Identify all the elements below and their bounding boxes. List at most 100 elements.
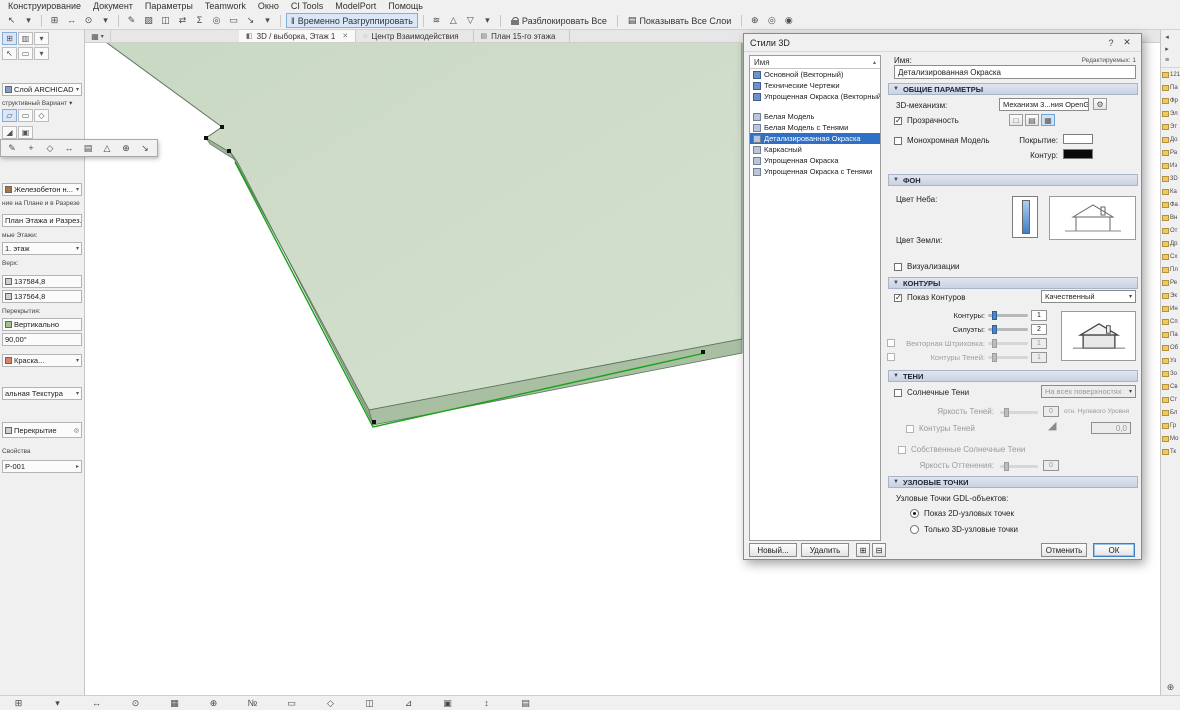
slider-thumb[interactable] bbox=[992, 324, 997, 334]
slider-value[interactable]: 1 bbox=[1031, 337, 1047, 349]
forward-icon[interactable]: ▸ bbox=[1163, 43, 1171, 54]
selection-handle[interactable] bbox=[227, 149, 231, 153]
box-icon[interactable]: ▭ bbox=[226, 13, 241, 28]
element-type-row[interactable]: Перекрытие ◎ bbox=[2, 422, 82, 438]
zoom-icon[interactable]: ⊙ bbox=[81, 13, 96, 28]
navigator-item[interactable]: Из bbox=[1161, 159, 1180, 172]
navigator-item[interactable]: Ин bbox=[1161, 302, 1180, 315]
gravity-up-icon[interactable]: △ bbox=[446, 13, 461, 28]
explore-icon[interactable]: ◉ bbox=[781, 13, 796, 28]
caret-icon[interactable]: ▾ bbox=[21, 13, 36, 28]
marquee-icon[interactable]: ⊞ bbox=[47, 13, 62, 28]
navigator-item[interactable]: Пл bbox=[1161, 263, 1180, 276]
show-2d-nodes-radio[interactable] bbox=[910, 509, 919, 518]
infobox-list-icon[interactable]: ▥ bbox=[18, 32, 33, 45]
navigator-item[interactable]: Фр bbox=[1161, 94, 1180, 107]
slider-track[interactable] bbox=[1000, 462, 1038, 471]
slab-icon[interactable]: ▤ bbox=[80, 142, 96, 155]
navigator-item[interactable]: От bbox=[1161, 224, 1180, 237]
contour-quality-dropdown[interactable]: Качественный ▾ bbox=[1041, 290, 1136, 303]
angle-field[interactable]: 90,00° bbox=[2, 333, 82, 346]
navigator-item[interactable]: Вн bbox=[1161, 211, 1180, 224]
menu-item[interactable]: ModelPort bbox=[329, 1, 382, 11]
show-all-layers-button[interactable]: ▤ Показывать Все Слои bbox=[623, 13, 736, 28]
arrows-icon[interactable]: ↕ bbox=[479, 697, 494, 709]
elevation-bottom-field[interactable]: 137564,8 bbox=[2, 290, 82, 303]
navigator-item[interactable]: Уз bbox=[1161, 354, 1180, 367]
navigator-item[interactable]: Ра bbox=[1161, 146, 1180, 159]
slider-value[interactable]: 2 bbox=[1031, 323, 1047, 335]
style-list-item[interactable]: Упрощенная Окраска bbox=[750, 155, 880, 166]
numbering-icon[interactable]: № bbox=[245, 697, 260, 709]
navigator-item[interactable]: Мо bbox=[1161, 432, 1180, 445]
tab-close-icon[interactable]: ✕ bbox=[342, 32, 348, 40]
navigator-item[interactable]: Гр bbox=[1161, 419, 1180, 432]
rotate-icon[interactable]: ◎ bbox=[209, 13, 224, 28]
menu-item[interactable]: Параметры bbox=[139, 1, 199, 11]
slider-track[interactable] bbox=[988, 324, 1028, 334]
export-icon[interactable]: ⊟ bbox=[872, 543, 886, 557]
slider-value[interactable]: 1 bbox=[1031, 351, 1047, 363]
navigator-item[interactable]: Св bbox=[1161, 380, 1180, 393]
navigator-item[interactable]: Об bbox=[1161, 341, 1180, 354]
slider-thumb[interactable] bbox=[992, 338, 997, 348]
tab-overview-icon[interactable]: ▦ bbox=[91, 32, 99, 41]
navigator-item[interactable]: Па bbox=[1161, 81, 1180, 94]
zoom-icon[interactable]: ⊙ bbox=[128, 697, 143, 709]
section-contours[interactable]: ▼ КОНТУРЫ bbox=[888, 277, 1138, 289]
hatch-icon[interactable]: ▨ bbox=[141, 13, 156, 28]
poly-icon[interactable]: ◇ bbox=[323, 697, 338, 709]
own-shadows-checkbox[interactable] bbox=[898, 445, 906, 454]
element-id-field[interactable]: Р-001 ▸ bbox=[2, 460, 82, 473]
contour-color-swatch[interactable] bbox=[1063, 149, 1093, 159]
selection-handle[interactable] bbox=[372, 420, 376, 424]
navigator-item[interactable]: 1212 bbox=[1161, 68, 1180, 81]
view-tab[interactable]: ◌ Центр Взаимодействия bbox=[356, 30, 474, 42]
move-edge-icon[interactable]: ↔ bbox=[61, 142, 77, 155]
slider-track[interactable] bbox=[988, 338, 1028, 348]
navigator-item[interactable]: Сп bbox=[1161, 315, 1180, 328]
pencil-icon[interactable]: ✎ bbox=[4, 142, 20, 155]
cancel-button[interactable]: Отменить bbox=[1041, 543, 1087, 557]
geometry-slant-icon[interactable]: ◢ bbox=[2, 126, 17, 139]
angle-icon[interactable]: ⊿ bbox=[401, 697, 416, 709]
view-tab[interactable]: ◧ 3D / выборка, Этаж 1 ✕ bbox=[239, 30, 357, 42]
add-node-icon[interactable]: + bbox=[23, 142, 39, 155]
slider-track[interactable] bbox=[1000, 408, 1038, 417]
transparency-mode-icon[interactable]: ▤ bbox=[1025, 114, 1039, 126]
move-icon[interactable]: ↔ bbox=[89, 697, 104, 709]
navigator-item[interactable]: Др bbox=[1161, 237, 1180, 250]
sum-icon[interactable]: Σ bbox=[192, 13, 207, 28]
stretch-icon[interactable]: ↘ bbox=[137, 142, 153, 155]
slab-top-face[interactable] bbox=[85, 43, 743, 411]
new-style-button[interactable]: Новый... bbox=[749, 543, 797, 557]
shadow-contours-value-field[interactable]: 0,0 bbox=[1091, 422, 1131, 434]
transparency-mode-icon[interactable]: □ bbox=[1009, 114, 1023, 126]
navigator-item[interactable]: Тк bbox=[1161, 445, 1180, 458]
layer-selector[interactable]: Слой ARCHICAD ▾ bbox=[2, 83, 82, 96]
composite-selector[interactable]: Железобетон н... ▾ bbox=[2, 183, 82, 196]
view-tab[interactable]: ▤ План 15-го этажа bbox=[474, 30, 571, 42]
style-list-item[interactable]: Технические Чертежи bbox=[750, 80, 880, 91]
delete-style-button[interactable]: Удалить bbox=[801, 543, 849, 557]
slider-track[interactable] bbox=[988, 310, 1028, 320]
selection-handle[interactable] bbox=[220, 125, 224, 129]
menu-item[interactable]: Окно bbox=[252, 1, 285, 11]
section-general[interactable]: ▼ ОБЩИЕ ПАРАМЕТРЫ bbox=[888, 83, 1138, 95]
sky-ground-color-swatch[interactable] bbox=[1012, 196, 1038, 238]
show-contours-checkbox[interactable] bbox=[894, 293, 902, 302]
sun-shadows-checkbox[interactable] bbox=[894, 388, 902, 397]
navigator-item[interactable]: 3D bbox=[1161, 172, 1180, 185]
paint-selector[interactable]: Краска... ▾ bbox=[2, 354, 82, 367]
navigator-item[interactable]: Ст bbox=[1161, 393, 1180, 406]
menu-item[interactable]: CI Tools bbox=[285, 1, 329, 11]
style-list-item[interactable]: Детализированная Окраска bbox=[750, 133, 880, 144]
navigator-item[interactable]: Бл bbox=[1161, 406, 1180, 419]
arrow-tool-icon[interactable]: ↖ bbox=[4, 13, 19, 28]
menu-item[interactable]: Документ bbox=[87, 1, 139, 11]
split-icon[interactable]: ◫ bbox=[158, 13, 173, 28]
select-tool-icon[interactable]: ↖ bbox=[2, 47, 17, 60]
caret-icon[interactable]: ▾ bbox=[480, 13, 495, 28]
style-list-item[interactable]: Упрощенная Окраска с Тенями bbox=[750, 166, 880, 177]
navigator-item[interactable]: Ре bbox=[1161, 276, 1180, 289]
